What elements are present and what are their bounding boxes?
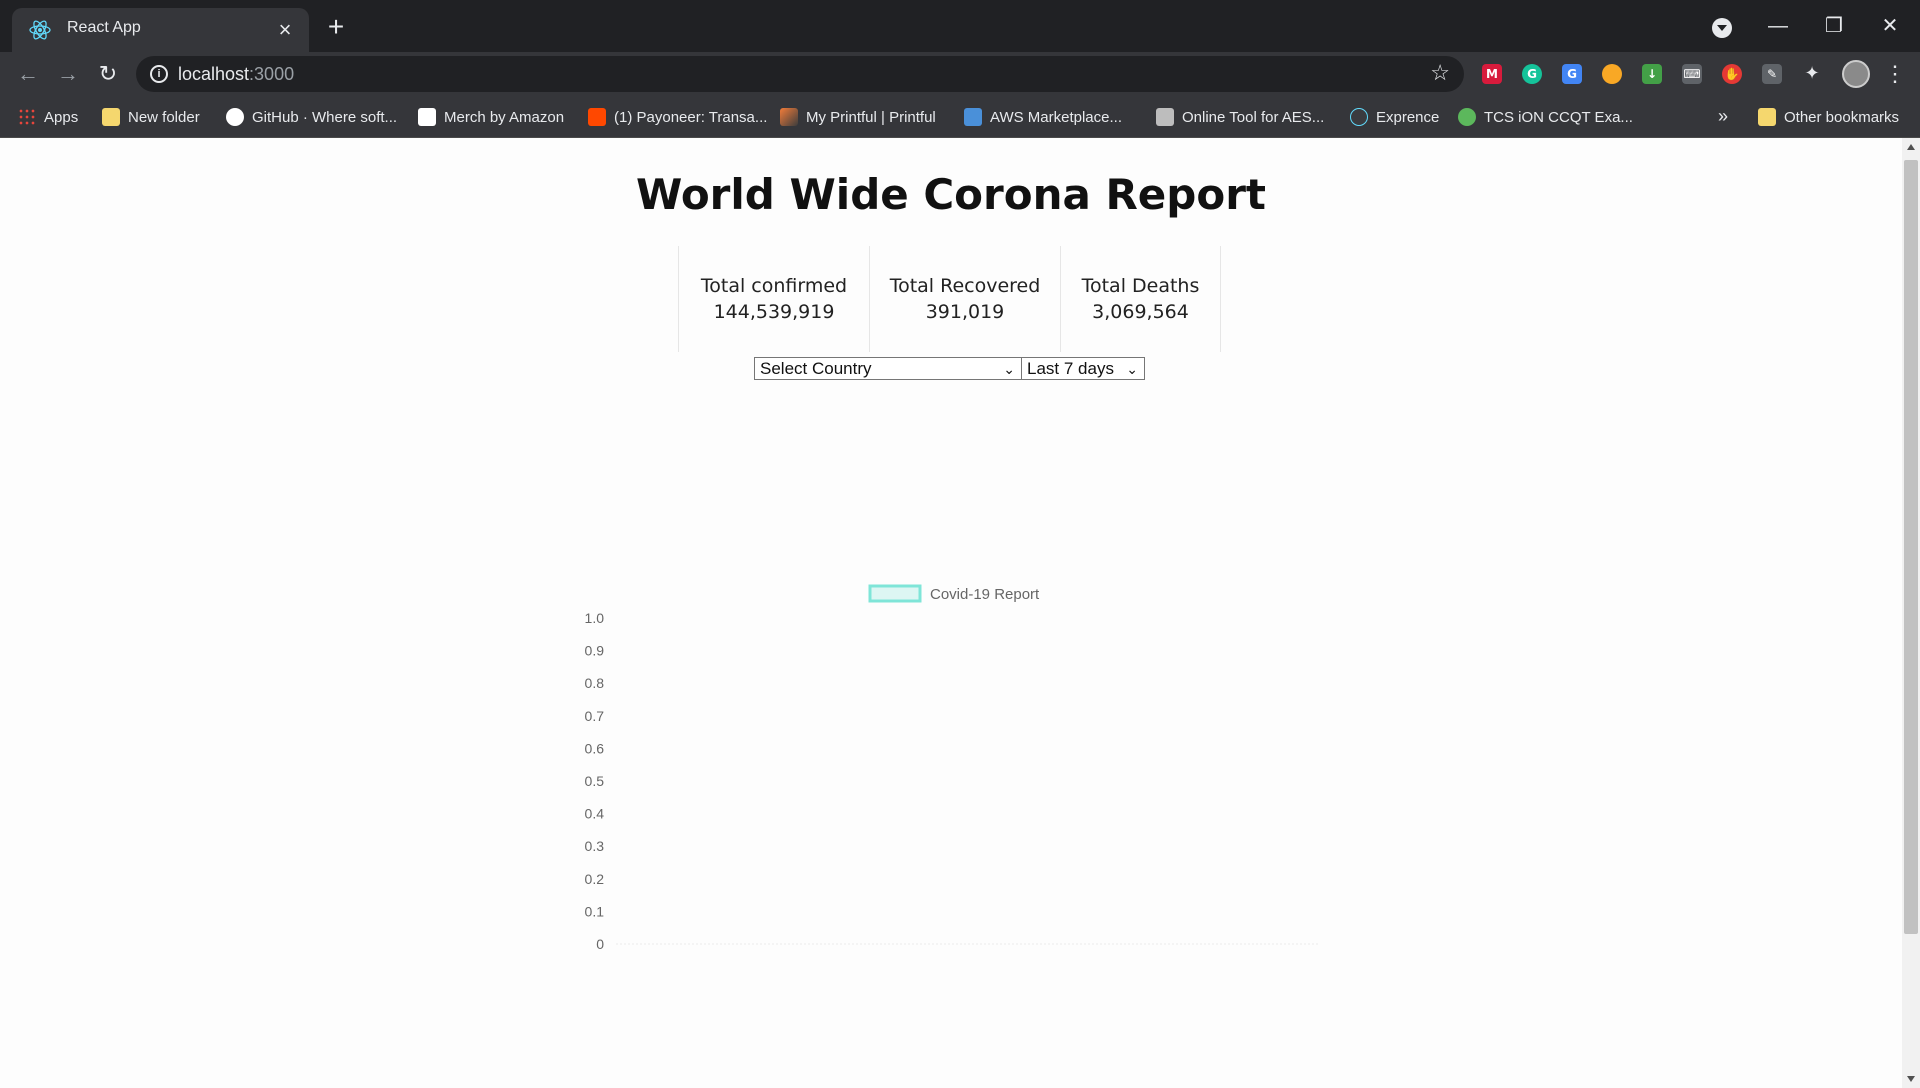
stat-value: 391,019 [925, 301, 1005, 323]
code-icon [1156, 108, 1174, 126]
filter-controls: Select Country ⌄ Last 7 days ⌄ [754, 357, 1145, 380]
extensions-puzzle-icon[interactable]: ✦ [1802, 64, 1822, 84]
folder-icon [102, 108, 120, 126]
stat-deaths: Total Deaths 3,069,564 [1060, 246, 1221, 352]
bookmark-other[interactable]: Other bookmarks [1758, 106, 1899, 128]
translate-extension-icon[interactable]: G [1562, 64, 1582, 84]
y-tick-label: 0.7 [585, 708, 605, 724]
stat-label: Total Recovered [889, 275, 1041, 297]
bookmark-aes-tool[interactable]: Online Tool for AES... [1156, 106, 1324, 128]
new-tab-button[interactable]: + [322, 13, 350, 42]
legend-swatch[interactable] [868, 584, 922, 603]
react-icon [29, 20, 51, 40]
y-tick-label: 0.4 [585, 806, 605, 822]
feather-extension-icon[interactable]: ✎ [1762, 64, 1782, 84]
browser-tab[interactable]: React App × [12, 8, 309, 52]
profile-avatar[interactable] [1842, 60, 1870, 88]
github-icon [226, 108, 244, 126]
stat-confirmed: Total confirmed 144,539,919 [678, 246, 869, 352]
y-tick-label: 0 [596, 936, 604, 952]
legend-label: Covid-19 Report [930, 586, 1040, 603]
tab-search-icon[interactable] [1712, 18, 1732, 38]
scroll-thumb[interactable] [1904, 160, 1918, 934]
chevron-down-icon: ⌄ [1126, 361, 1138, 377]
page-title: World Wide Corona Report [635, 170, 1267, 219]
moon-extension-icon[interactable] [1602, 64, 1622, 84]
stat-value: 144,539,919 [713, 301, 835, 323]
y-tick-label: 0.2 [585, 871, 605, 887]
bookmark-printful[interactable]: My Printful | Printful [780, 106, 936, 128]
reload-icon[interactable]: ↻ [94, 60, 122, 88]
y-tick-label: 0.1 [585, 903, 605, 919]
url-text: localhost:3000 [178, 64, 295, 84]
more-bookmarks-chevron[interactable]: » [1718, 106, 1728, 127]
covid-line-chart: Covid-19 Report 1.0 0.9 0.8 0.7 0.6 0.5 0.4 0.3… [585, 584, 1320, 952]
stat-recovered: Total Recovered 391,019 [869, 246, 1060, 352]
bookmark-apps[interactable]: Apps [18, 106, 78, 128]
page-scrollbar[interactable] [1902, 138, 1920, 1088]
download-extension-icon[interactable]: ↓ [1642, 64, 1662, 84]
y-tick-label: 0.3 [585, 838, 605, 854]
y-tick-label: 0.5 [585, 773, 605, 789]
bookmark-merch-amazon[interactable]: Merch by Amazon [418, 106, 564, 128]
printful-icon [780, 108, 798, 126]
tab-close-icon[interactable]: × [273, 18, 297, 42]
apps-grid-icon [18, 108, 36, 126]
adblock-extension-icon[interactable]: ✋ [1722, 64, 1742, 84]
site-info-icon[interactable]: i [150, 65, 168, 83]
payoneer-icon [588, 108, 606, 126]
forward-icon[interactable]: → [54, 60, 82, 88]
address-bar[interactable]: i localhost:3000 ☆ [136, 56, 1464, 92]
y-tick-label: 0.8 [585, 675, 605, 691]
stats-row: Total confirmed 144,539,919 Total Recove… [678, 246, 1221, 352]
stat-label: Total confirmed [700, 275, 848, 297]
chart-legend: Covid-19 Report [868, 584, 1040, 603]
tcs-icon [1458, 108, 1476, 126]
grammarly-extension-icon[interactable]: G [1522, 64, 1542, 84]
bookmark-star-icon[interactable]: ☆ [1430, 60, 1450, 86]
aws-icon [964, 108, 982, 126]
bookmark-aws-marketplace[interactable]: AWS Marketplace... [964, 106, 1122, 128]
bookmark-github[interactable]: GitHub · Where soft... [226, 106, 397, 128]
tab-title: React App [67, 19, 141, 36]
y-tick-label: 0.6 [585, 740, 605, 756]
mega-extension-icon[interactable]: M [1482, 64, 1502, 84]
restore-icon[interactable]: ❐ [1820, 12, 1848, 40]
keyboard-extension-icon[interactable]: ⌨ [1682, 64, 1702, 84]
amazon-icon [418, 108, 436, 126]
date-range-select[interactable]: Last 7 days ⌄ [1021, 357, 1145, 380]
bookmark-payoneer[interactable]: (1) Payoneer: Transa... [588, 106, 767, 128]
scroll-down-icon[interactable] [1907, 1076, 1915, 1082]
bookmark-new-folder[interactable]: New folder [102, 106, 200, 128]
stat-label: Total Deaths [1081, 275, 1200, 297]
page-content: World Wide Corona Report Total confirmed… [0, 138, 1902, 1088]
folder-icon [1758, 108, 1776, 126]
react-icon [1350, 108, 1368, 126]
bookmark-exprence[interactable]: Exprence [1350, 106, 1439, 128]
back-icon[interactable]: ← [14, 60, 42, 88]
scroll-up-icon[interactable] [1907, 144, 1915, 150]
chevron-down-icon: ⌄ [1003, 361, 1015, 377]
stat-value: 3,069,564 [1092, 301, 1189, 323]
browser-menu-icon[interactable]: ⋮ [1884, 60, 1906, 88]
bookmarks-bar: Apps New folder GitHub · Where soft... M… [0, 96, 1920, 138]
minimize-icon[interactable]: — [1764, 12, 1792, 40]
country-select[interactable]: Select Country ⌄ [754, 357, 1022, 380]
bookmark-tcs-ion[interactable]: TCS iON CCQT Exa... [1458, 106, 1633, 128]
close-window-icon[interactable]: ✕ [1876, 12, 1904, 40]
y-axis: 1.0 0.9 0.8 0.7 0.6 0.5 0.4 0.3 0.2 0.1 0 [585, 610, 605, 952]
y-tick-label: 0.9 [585, 643, 605, 659]
y-tick-label: 1.0 [585, 610, 605, 626]
tab-strip: React App × + — ❐ ✕ [0, 0, 1920, 52]
browser-toolbar: ← → ↻ i localhost:3000 ☆ M G G ↓ ⌨ ✋ ✎ ✦… [0, 52, 1920, 96]
